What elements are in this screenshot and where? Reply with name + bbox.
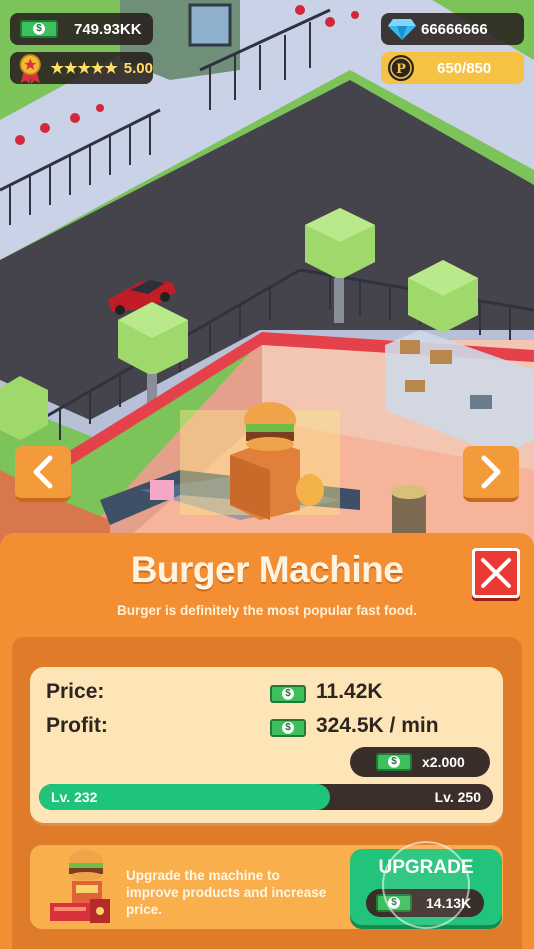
- machine-description: Burger is definitely the most popular fa…: [116, 603, 418, 618]
- profit-label: Profit:: [46, 714, 108, 737]
- cash-bill-icon: [376, 894, 412, 912]
- machine-title: Burger Machine: [130, 549, 404, 590]
- next-machine-button[interactable]: [463, 446, 519, 502]
- price-label: Price:: [46, 680, 105, 703]
- upgrade-card: Upgrade the machine to improve products …: [30, 845, 503, 929]
- machine-info-panel: Burger Machine Burger is definitely the …: [0, 533, 534, 949]
- rating-stars: ★★★★★: [50, 60, 118, 77]
- medal-icon: [19, 54, 41, 84]
- cash-bill-icon: [376, 753, 412, 771]
- close-button[interactable]: [472, 548, 520, 598]
- rating-value: 5.00: [123, 59, 153, 77]
- level-progress-bar: Lv. 232 Lv. 250: [39, 784, 493, 810]
- burger-machine-icon: [50, 850, 110, 923]
- cash-counter: 749.93KK: [10, 13, 153, 45]
- current-level: Lv. 232: [51, 789, 98, 805]
- gems-counter: 66666666: [381, 13, 524, 45]
- p-coin-icon: P: [386, 53, 416, 83]
- close-icon: [481, 558, 511, 588]
- machine-details-area: Price: 11.42K Profit: 324.5K / min x2.00…: [12, 637, 522, 949]
- profit-multiplier-badge: x2.000: [350, 747, 490, 777]
- previous-machine-button[interactable]: [15, 446, 71, 502]
- upgrade-cost-value: 14.13K: [426, 895, 472, 911]
- upgrade-button-label: UPGRADE: [378, 857, 474, 878]
- profit-value: 324.5K / min: [316, 714, 439, 737]
- rating-display: ★★★★★ 5.00: [10, 52, 153, 84]
- gems-amount: 66666666: [421, 20, 488, 38]
- upgrade-button[interactable]: UPGRADE 14.13K: [350, 849, 502, 925]
- cash-bill-icon: [270, 685, 306, 703]
- game-scene[interactable]: 749.93KK ★★★★★ 5.00 66666666 P 650/850: [0, 0, 534, 545]
- coin-letter: P: [396, 62, 406, 77]
- upgrade-hint-text: Upgrade the machine to improve products …: [126, 868, 327, 917]
- price-value: 11.42K: [316, 680, 383, 703]
- cash-amount: 749.93KK: [74, 20, 142, 38]
- chevron-left-icon: [33, 455, 53, 489]
- chevron-right-icon: [481, 455, 501, 489]
- points-amount: 650/850: [437, 59, 492, 77]
- points-counter: P 650/850: [381, 52, 524, 84]
- diamond-icon: [388, 19, 416, 40]
- max-level: Lv. 250: [434, 789, 481, 805]
- multiplier-value: x2.000: [422, 754, 465, 770]
- upgrade-cost: 14.13K: [366, 889, 484, 917]
- stats-card: Price: 11.42K Profit: 324.5K / min x2.00…: [30, 667, 503, 823]
- cash-bill-icon: [20, 20, 58, 38]
- cash-bill-icon: [270, 719, 306, 737]
